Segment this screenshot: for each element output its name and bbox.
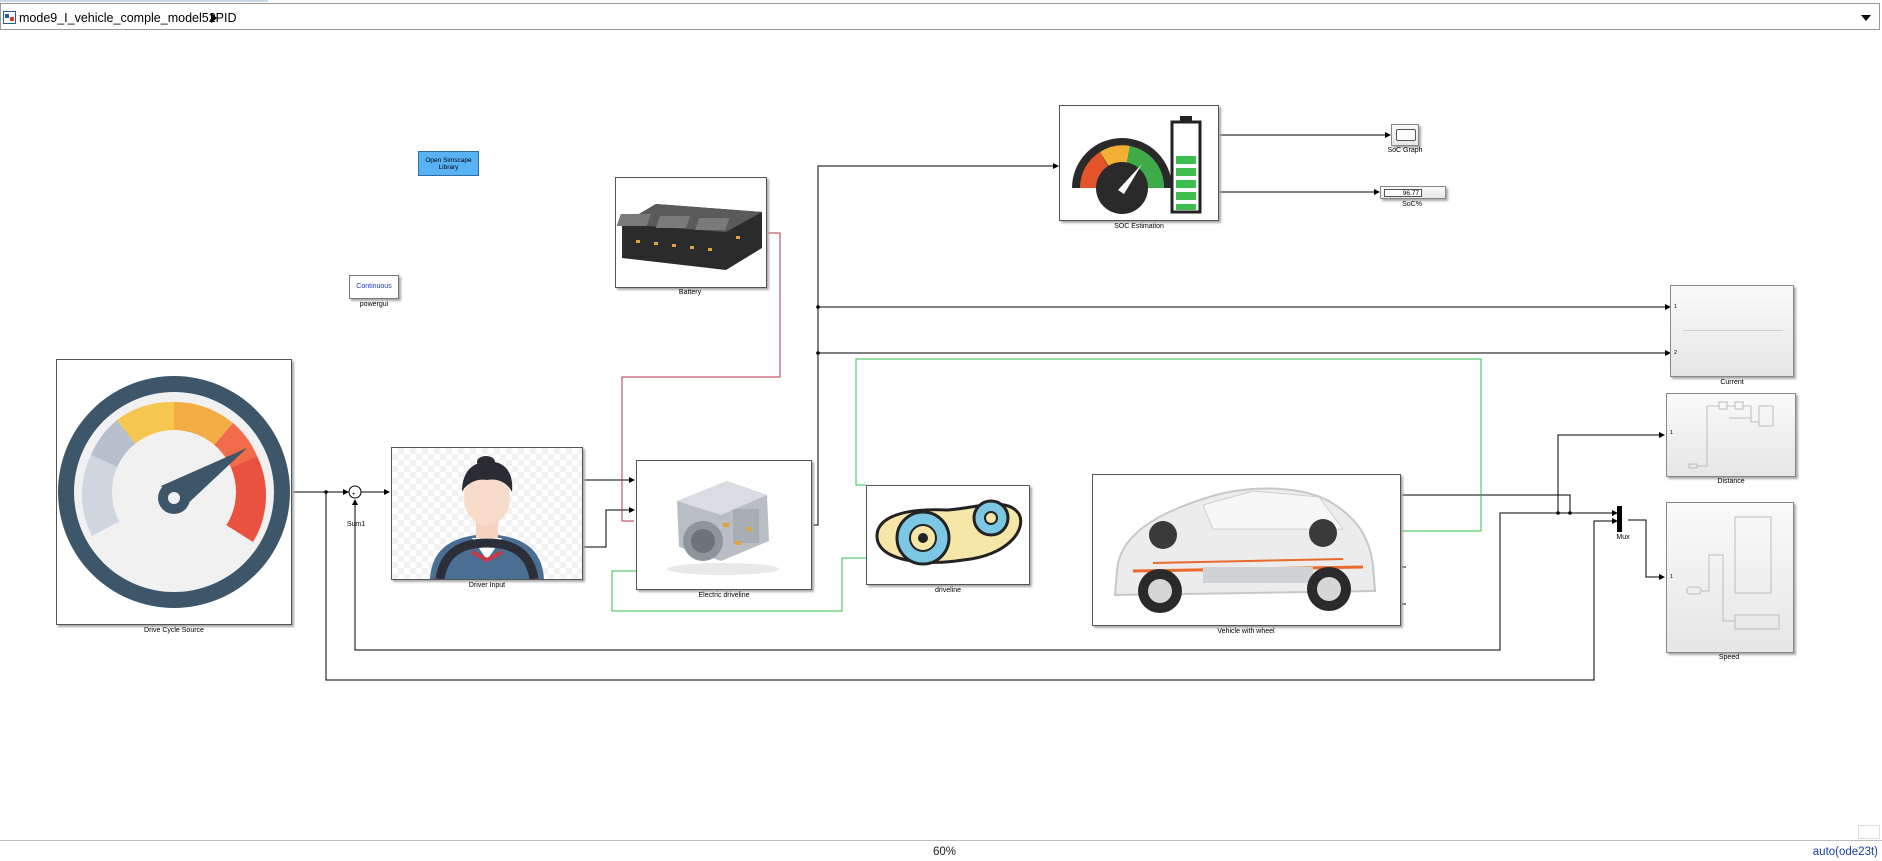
vehicle-with-wheel-block[interactable] (1092, 474, 1401, 626)
powergui-block[interactable]: Continuous (349, 275, 399, 299)
resize-grip-icon[interactable] (1858, 825, 1880, 839)
current-port-2: 2 (1674, 350, 1678, 356)
soc-percent-display[interactable]: 96.77 (1380, 186, 1446, 199)
powergui-label: powergui (359, 301, 389, 308)
speedometer-icon (58, 376, 290, 608)
soc-estimation-block[interactable] (1059, 105, 1219, 221)
driver-input-label: Driver Input (468, 582, 506, 589)
wire-driver-to-edrive-2 (583, 507, 635, 548)
soc-percent-label: SoC% (1402, 201, 1422, 208)
speed-scope-diagram (1686, 516, 1780, 630)
wire-mux-to-speed (1628, 519, 1665, 580)
active-tab-indicator (0, 0, 268, 2)
zoom-level[interactable]: 60% (933, 846, 956, 858)
wire-vehicle-to-mux (1401, 494, 1618, 516)
distance-label: Distance (1717, 478, 1745, 485)
breadcrumb-arrow-icon[interactable] (211, 13, 217, 23)
explorer-bar: mode9_I_vehicle_comple_model52PID (0, 3, 1880, 30)
soc-estimation-label: SOC Estimation (1114, 223, 1164, 230)
drive-cycle-source-block[interactable] (56, 359, 292, 625)
battery-gauge-icon (1072, 116, 1202, 214)
open-simscape-library-button[interactable]: Open Simscape Library (418, 151, 479, 176)
soc-graph-label: SoC Graph (1387, 147, 1423, 154)
breadcrumb-model-name[interactable]: mode9_I_vehicle_comple_model52PID (19, 11, 237, 25)
model-canvas[interactable]: + Open Simscape Library Continuous power… (0, 31, 1882, 840)
drive-cycle-source-label: Drive Cycle Source (144, 627, 204, 634)
current-scope[interactable]: 1 2 (1670, 285, 1794, 377)
battery-block[interactable] (615, 177, 767, 288)
electric-motor-icon (667, 481, 779, 575)
model-icon (3, 11, 16, 24)
explorer-dropdown-icon[interactable] (1861, 15, 1871, 21)
electric-driveline-label: Electric driveline (698, 592, 750, 599)
mux-bar (1617, 506, 1622, 532)
distance-scope[interactable]: 1 (1666, 393, 1796, 477)
electric-driveline-block[interactable] (636, 460, 812, 590)
speed-label: Speed (1718, 654, 1740, 661)
speed-scope[interactable]: 1 (1666, 502, 1794, 653)
wire-to-distance (1557, 432, 1665, 513)
svg-text:+: + (352, 492, 356, 498)
car-chassis-icon (1113, 487, 1377, 613)
soc-graph-scope[interactable] (1391, 124, 1419, 146)
current-port-1: 1 (1674, 304, 1678, 310)
mux-label: Mux (1616, 534, 1630, 541)
scope-screen-icon (1396, 129, 1416, 141)
soc-percent-value: 96.77 (1384, 189, 1422, 197)
wire-to-soc-estimation (812, 163, 1059, 526)
distance-scope-diagram (1688, 401, 1774, 469)
driveline-label: driveline (934, 587, 962, 594)
battery-label: Battery (678, 289, 702, 296)
current-label: Current (1720, 379, 1744, 386)
current-trace (1683, 330, 1783, 331)
status-bar: 60% auto(ode23t) (0, 840, 1882, 861)
gears-icon (875, 499, 1023, 566)
sum-label: Sum1 (346, 521, 366, 528)
driveline-block[interactable] (866, 485, 1030, 585)
driver-input-block[interactable] (391, 447, 583, 580)
solver-link[interactable]: auto(ode23t) (1813, 846, 1878, 858)
driver-icon (430, 456, 544, 580)
battery-pack-icon (616, 204, 762, 270)
vehicle-with-wheel-label: Vehicle with wheel (1217, 628, 1275, 635)
